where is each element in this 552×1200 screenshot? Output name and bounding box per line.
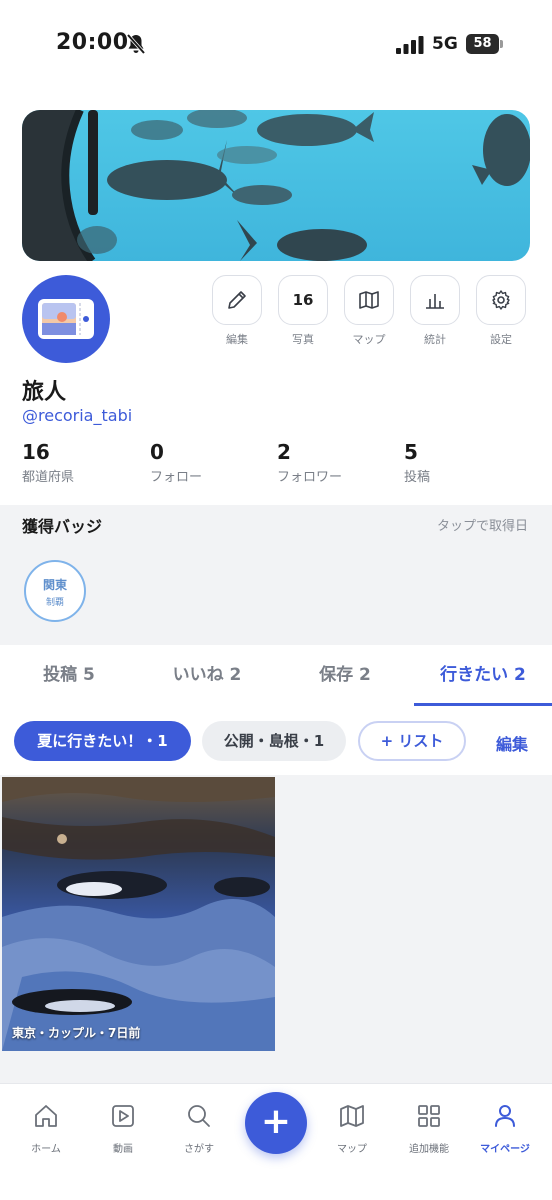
nav-label: ホーム [31, 1144, 61, 1155]
posts-grid: 東京・カップル・7日前 [0, 775, 552, 1083]
network-type: 5G [432, 34, 458, 54]
post-caption: 東京・カップル・7日前 [12, 1026, 141, 1040]
stat-following[interactable]: 0 フォロー [150, 440, 202, 485]
edit-lists-button[interactable]: 編集 [496, 731, 528, 755]
status-time: 20:00 [56, 30, 129, 55]
photo-album-icon [38, 299, 94, 339]
add-list-button[interactable]: + リスト [358, 721, 466, 761]
avatar[interactable] [22, 275, 110, 363]
tab-indicator [414, 703, 552, 706]
nav-extras[interactable]: 追加機能 [394, 1102, 464, 1155]
badge-kanto[interactable]: 関東 制覇 [24, 560, 86, 622]
badge-line2: 制覇 [45, 598, 64, 608]
map-button[interactable]: マップ [344, 275, 394, 347]
search-icon [188, 1105, 210, 1127]
photos-label: 写真 [292, 334, 314, 346]
tab-likes[interactable]: いいね 2 [138, 645, 276, 707]
create-post-button[interactable]: + [245, 1092, 307, 1154]
stat-posts[interactable]: 5 投稿 [404, 440, 430, 485]
map-icon [359, 291, 379, 309]
stats-label: 統計 [424, 334, 446, 346]
list-chips: 夏に行きたい！・1 公開・島根・1 + リスト 編集 [0, 707, 552, 775]
pencil-icon [228, 291, 246, 309]
tab-want-to-go[interactable]: 行きたい 2 [414, 645, 552, 707]
tab-saved[interactable]: 保存 2 [276, 645, 414, 707]
settings-button[interactable]: 設定 [476, 275, 526, 347]
profile-stats: 16 都道府県 0 フォロー 2 フォロワー 5 投稿 [22, 440, 530, 490]
user-handle: @recoria_tabi [22, 406, 133, 425]
grid-icon [418, 1105, 440, 1127]
nav-label: マイページ [480, 1144, 530, 1155]
settings-label: 設定 [490, 334, 512, 346]
profile-actions: 編集 16 写真 マップ 統計 設定 [212, 275, 528, 347]
badges-hint: タップで取得日 [436, 519, 528, 534]
bell-off-icon [126, 33, 146, 55]
tab-posts[interactable]: 投稿 5 [0, 645, 138, 707]
nav-search[interactable]: さがす [164, 1102, 234, 1155]
map-label: マップ [352, 334, 386, 346]
status-bar: 20:00 5G 58 [0, 0, 552, 90]
edit-profile-button[interactable]: 編集 [212, 275, 262, 347]
stat-value: 0 [150, 440, 164, 464]
display-name: 旅人 [22, 380, 67, 405]
post-thumbnail[interactable]: 東京・カップル・7日前 [2, 777, 275, 1051]
nav-mypage[interactable]: マイページ [470, 1102, 540, 1155]
signal-icon [396, 36, 424, 54]
home-icon [35, 1105, 57, 1127]
battery-level: 58 [466, 34, 499, 54]
nav-label: 動画 [113, 1144, 133, 1155]
badges-section: 獲得バッジ タップで取得日 関東 制覇 [0, 505, 552, 645]
stat-prefectures[interactable]: 16 都道府県 [22, 440, 74, 485]
nav-label: 追加機能 [409, 1144, 449, 1155]
photos-count: 16 [292, 291, 314, 309]
stat-value: 16 [22, 440, 50, 464]
list-chip-summer[interactable]: 夏に行きたい！・1 [14, 721, 191, 761]
stat-followers[interactable]: 2 フォロワー [277, 440, 342, 485]
map-icon [340, 1105, 364, 1127]
nav-map[interactable]: マップ [317, 1102, 387, 1155]
badge-line1: 関東 [42, 578, 67, 592]
stat-label: 投稿 [404, 470, 431, 485]
badges-title: 獲得バッジ [22, 517, 103, 536]
stat-label: 都道府県 [22, 470, 75, 485]
stats-button[interactable]: 統計 [410, 275, 460, 347]
stat-value: 5 [404, 440, 418, 464]
nav-home[interactable]: ホーム [11, 1102, 81, 1155]
battery-icon: 58 [466, 34, 503, 54]
list-chip-shimane[interactable]: 公開・島根・1 [202, 721, 346, 761]
nav-label: さがす [184, 1144, 214, 1155]
stat-value: 2 [277, 440, 291, 464]
bar-chart-icon [426, 294, 444, 309]
video-icon [112, 1105, 134, 1127]
nav-video[interactable]: 動画 [88, 1102, 158, 1155]
cover-image[interactable] [22, 110, 530, 261]
bottom-navigation: ホーム 動画 さがす + マップ 追加機能 マイページ [0, 1083, 552, 1200]
user-icon [495, 1105, 515, 1127]
stat-label: フォロー [150, 470, 203, 485]
gear-icon [492, 290, 510, 310]
content-tabs: 投稿 5 いいね 2 保存 2 行きたい 2 [0, 645, 552, 707]
nav-label: マップ [337, 1144, 367, 1155]
photos-button[interactable]: 16 写真 [278, 275, 328, 347]
plus-icon: + [260, 1101, 292, 1142]
stat-label: フォロワー [277, 470, 343, 485]
edit-label: 編集 [226, 334, 248, 346]
